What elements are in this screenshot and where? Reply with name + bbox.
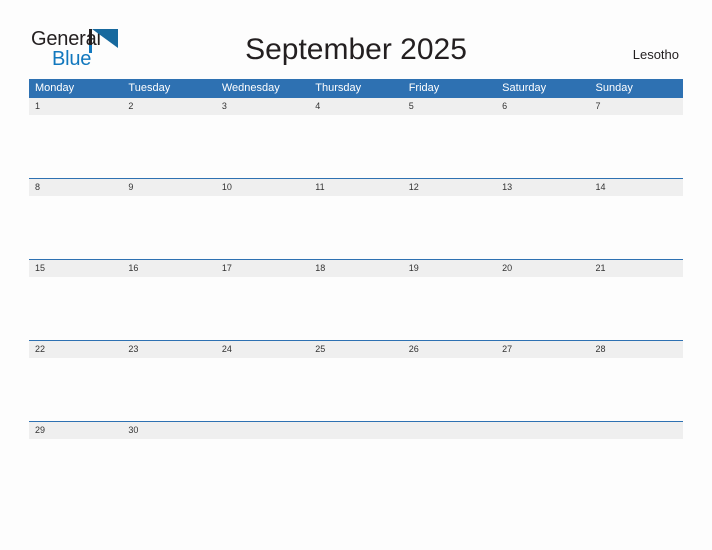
day-cell-empty bbox=[309, 422, 402, 439]
day-cell-empty bbox=[496, 422, 589, 439]
day-cell[interactable]: 3 bbox=[216, 98, 309, 115]
weekday-header-wednesday: Wednesday bbox=[221, 82, 280, 94]
day-number-band: 22 23 24 25 26 27 28 bbox=[29, 341, 683, 358]
day-number-band: 8 9 10 11 12 13 14 bbox=[29, 179, 683, 196]
day-cell[interactable]: 25 bbox=[309, 341, 402, 358]
week-note-area[interactable] bbox=[29, 358, 683, 422]
weekday-header-row: Monday Tuesday Wednesday Thursday Friday… bbox=[29, 79, 683, 97]
day-cell[interactable]: 16 bbox=[122, 260, 215, 277]
day-cell[interactable]: 4 bbox=[309, 98, 402, 115]
day-cell[interactable]: 20 bbox=[496, 260, 589, 277]
day-number-band: 1 2 3 4 5 6 7 bbox=[29, 98, 683, 115]
day-cell[interactable]: 13 bbox=[496, 179, 589, 196]
page-title: September 2025 bbox=[245, 33, 467, 66]
day-cell[interactable]: 27 bbox=[496, 341, 589, 358]
day-cell[interactable]: 17 bbox=[216, 260, 309, 277]
weekday-header-sunday: Sunday bbox=[595, 82, 633, 94]
day-cell[interactable]: 10 bbox=[216, 179, 309, 196]
day-cell[interactable]: 9 bbox=[122, 179, 215, 196]
day-cell[interactable]: 1 bbox=[29, 98, 122, 115]
week-note-area[interactable] bbox=[29, 196, 683, 260]
day-cell-empty bbox=[216, 422, 309, 439]
weekday-header-monday: Monday bbox=[35, 82, 75, 94]
week-row: 29 30 bbox=[29, 421, 683, 503]
day-cell-empty bbox=[403, 422, 496, 439]
day-cell[interactable]: 29 bbox=[29, 422, 122, 439]
day-cell[interactable]: 18 bbox=[309, 260, 402, 277]
week-row: 1 2 3 4 5 6 7 bbox=[29, 97, 683, 179]
week-row: 8 9 10 11 12 13 14 bbox=[29, 178, 683, 260]
day-cell[interactable]: 26 bbox=[403, 341, 496, 358]
day-cell[interactable]: 21 bbox=[590, 260, 683, 277]
day-cell[interactable]: 19 bbox=[403, 260, 496, 277]
day-cell[interactable]: 28 bbox=[590, 341, 683, 358]
day-cell[interactable]: 12 bbox=[403, 179, 496, 196]
day-cell[interactable]: 15 bbox=[29, 260, 122, 277]
week-note-area[interactable] bbox=[29, 277, 683, 341]
day-cell[interactable]: 22 bbox=[29, 341, 122, 358]
calendar-page: General Blue September 2025 Lesotho Mond… bbox=[0, 0, 712, 550]
page-header: General Blue September 2025 Lesotho bbox=[0, 0, 712, 78]
day-cell[interactable]: 14 bbox=[590, 179, 683, 196]
week-note-area[interactable] bbox=[29, 439, 683, 503]
weekday-header-thursday: Thursday bbox=[315, 82, 362, 94]
week-row: 15 16 17 18 19 20 21 bbox=[29, 259, 683, 341]
day-cell[interactable]: 30 bbox=[122, 422, 215, 439]
weekday-header-saturday: Saturday bbox=[502, 82, 547, 94]
day-cell[interactable]: 23 bbox=[122, 341, 215, 358]
calendar-grid: Monday Tuesday Wednesday Thursday Friday… bbox=[29, 79, 683, 503]
week-row: 22 23 24 25 26 27 28 bbox=[29, 340, 683, 422]
day-cell[interactable]: 8 bbox=[29, 179, 122, 196]
day-cell-empty bbox=[590, 422, 683, 439]
day-number-band: 15 16 17 18 19 20 21 bbox=[29, 260, 683, 277]
day-number-band: 29 30 bbox=[29, 422, 683, 439]
weekday-header-friday: Friday bbox=[408, 82, 440, 94]
day-cell[interactable]: 24 bbox=[216, 341, 309, 358]
day-cell[interactable]: 2 bbox=[122, 98, 215, 115]
week-note-area[interactable] bbox=[29, 115, 683, 179]
weekday-header-tuesday: Tuesday bbox=[128, 82, 171, 94]
day-cell[interactable]: 5 bbox=[403, 98, 496, 115]
region-label: Lesotho bbox=[632, 47, 679, 62]
day-cell[interactable]: 11 bbox=[309, 179, 402, 196]
day-cell[interactable]: 6 bbox=[496, 98, 589, 115]
day-cell[interactable]: 7 bbox=[590, 98, 683, 115]
